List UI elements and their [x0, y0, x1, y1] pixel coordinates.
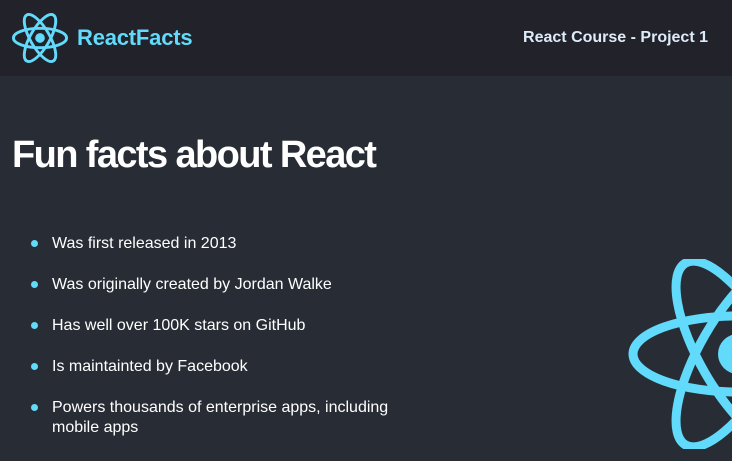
page-title: Fun facts about React: [12, 134, 377, 176]
main-content: Fun facts about React Was first released…: [0, 76, 732, 461]
course-title: React Course - Project 1: [523, 29, 708, 46]
facts-list: Was first released in 2013 Was originall…: [31, 234, 412, 459]
react-background-icon: [628, 259, 732, 449]
react-logo-icon: [11, 13, 69, 63]
fact-item: Was first released in 2013: [31, 234, 412, 254]
fact-item: Has well over 100K stars on GitHub: [31, 316, 412, 336]
brand-name: ReactFacts: [77, 25, 193, 50]
fact-item: Powers thousands of enterprise apps, inc…: [31, 398, 412, 438]
fact-item: Was originally created by Jordan Walke: [31, 275, 412, 295]
navbar: ReactFacts React Course - Project 1: [0, 0, 732, 76]
fact-item: Is maintainted by Facebook: [31, 357, 412, 377]
